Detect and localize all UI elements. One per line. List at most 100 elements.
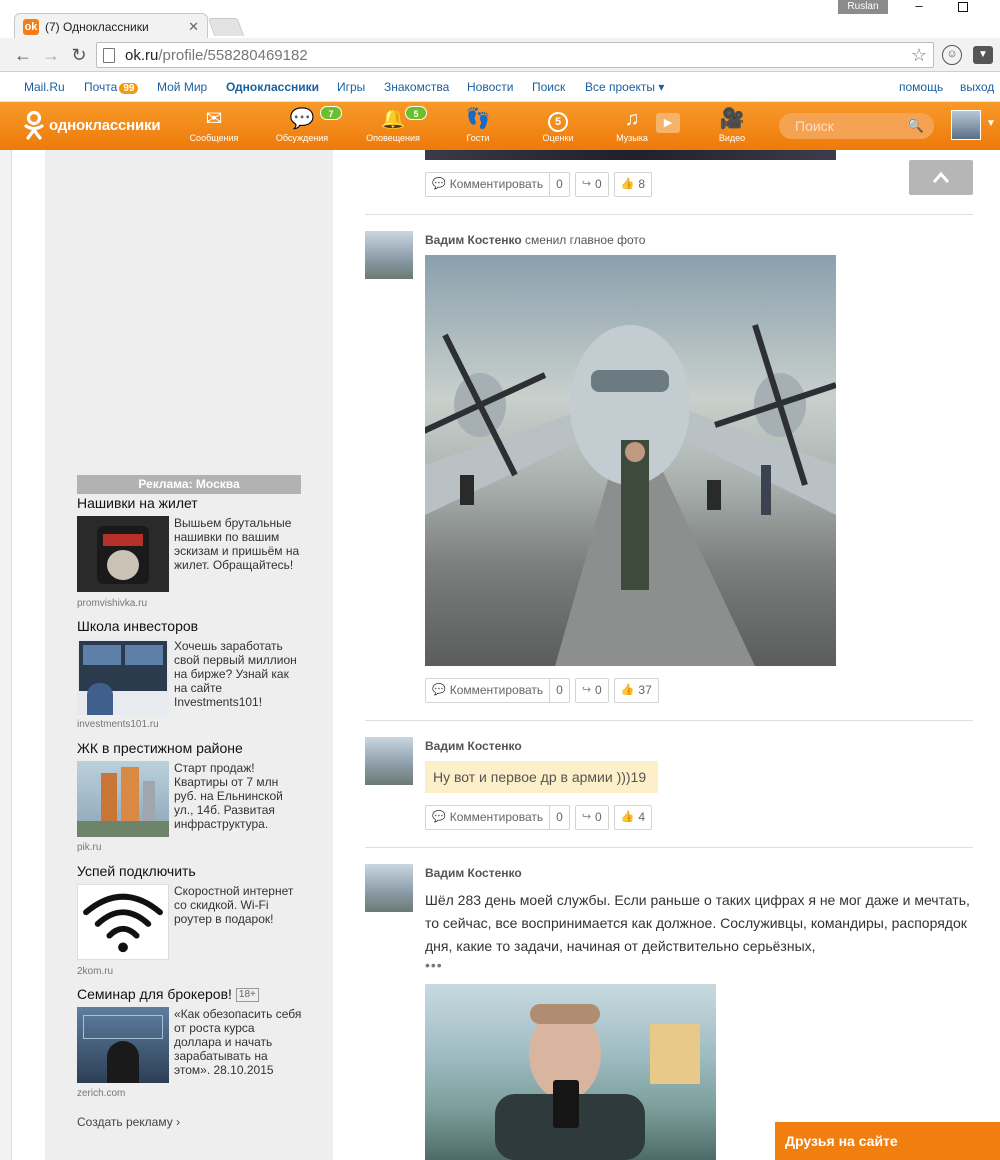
like-button[interactable]: 👍 37 [613, 678, 659, 703]
discussions-count-badge: 7 [320, 106, 342, 120]
portal-link-mailru[interactable]: Mail.Ru [24, 80, 65, 94]
share-button[interactable]: ↪ 0 [574, 805, 609, 830]
portal-link-search[interactable]: Поиск [532, 80, 565, 94]
portal-link-odnoklassniki[interactable]: Одноклассники [226, 80, 319, 94]
chevron-down-icon[interactable]: ▼ [986, 118, 996, 129]
post-author[interactable]: Вадим Костенко сменил главное фото [425, 233, 645, 247]
nav-guests[interactable]: 👣 Гости [438, 106, 518, 148]
author-avatar[interactable] [365, 231, 413, 279]
ad-text[interactable]: Вышьем брутальные нашивки по вашим эскиз… [174, 516, 304, 572]
ad-text[interactable]: Старт продаж! Квартиры от 7 млн руб. на … [174, 761, 304, 831]
search-icon[interactable]: 🔍 [908, 118, 924, 134]
ad-title[interactable]: Нашивки на жилет [77, 495, 198, 511]
comment-button[interactable]: 💬 Комментировать 0 [425, 172, 570, 197]
create-ad-link[interactable]: Создать рекламу › [77, 1115, 180, 1129]
browser-tab[interactable]: ok (7) Одноклассники ✕ [14, 13, 208, 39]
ok-search-box[interactable]: 🔍 [779, 113, 934, 139]
scroll-to-top-button[interactable] [909, 160, 973, 195]
ad-domain[interactable]: pik.ru [77, 842, 101, 853]
nav-discussions[interactable]: 💬 Обсуждения 7 [262, 106, 342, 148]
nav-video[interactable]: 🎥 Видео [692, 106, 772, 148]
ad-text[interactable]: Скоростной интернет со скидкой. Wi-Fi ро… [174, 884, 304, 926]
mail-count-badge: 99 [119, 83, 139, 94]
share-button[interactable]: ↪ 0 [574, 678, 609, 703]
extension-face-icon[interactable]: ☺ [942, 45, 962, 65]
ad-domain[interactable]: 2kom.ru [77, 966, 113, 977]
comment-icon: 💬 [432, 811, 446, 823]
address-bar[interactable]: ok.ru/profile/558280469182 ☆ [96, 42, 934, 68]
previous-post-photo[interactable] [425, 150, 836, 160]
nav-video-label: Видео [718, 133, 746, 143]
ad-text[interactable]: «Как обезопасить себя от роста курса дол… [174, 1007, 304, 1077]
post-author[interactable]: Вадим Костенко [425, 866, 522, 880]
portal-link-pochta[interactable]: Почта 99 [84, 80, 139, 94]
ad-title[interactable]: ЖК в престижном районе [77, 740, 243, 756]
back-arrow-icon[interactable]: ← [12, 45, 34, 65]
post-divider [365, 720, 973, 721]
ad-title[interactable]: Школа инвесторов [77, 618, 198, 634]
music-player-play-icon[interactable]: ▶ [656, 113, 680, 133]
help-link[interactable]: помощь [899, 80, 943, 94]
ad-domain[interactable]: investments101.ru [77, 719, 159, 730]
comment-button[interactable]: 💬 Комментировать 0 [425, 678, 570, 703]
like-button[interactable]: 👍 4 [613, 805, 653, 830]
nav-music-label: Музыка [616, 133, 648, 143]
ok-logo-icon[interactable] [22, 110, 46, 140]
page-left-gutter [0, 150, 12, 1160]
nav-messages[interactable]: ✉ Сообщения [174, 106, 254, 148]
nav-notifications-label: Оповещения [366, 133, 420, 143]
thumbs-up-icon: 👍 [620, 178, 635, 190]
age-rating-badge: 18+ [235, 988, 259, 1003]
post-photo[interactable] [425, 255, 836, 666]
search-input[interactable] [795, 118, 905, 134]
portal-link-games[interactable]: Игры [337, 80, 365, 94]
status-text[interactable]: Ну вот и первое др в армии )))19 [425, 761, 658, 793]
ad-image[interactable] [77, 761, 169, 837]
forward-arrow-icon[interactable]: → [40, 45, 62, 65]
new-tab-button[interactable] [207, 18, 245, 36]
bookmark-star-icon[interactable]: ☆ [911, 45, 927, 66]
wifi-icon[interactable] [77, 884, 169, 960]
ad-image[interactable] [77, 1007, 169, 1083]
browser-user-badge[interactable]: Ruslan [838, 0, 888, 14]
portal-link-all-projects[interactable]: Все проекты ▾ [585, 80, 664, 94]
logout-link[interactable]: выход [960, 80, 994, 94]
friends-online-panel[interactable]: Друзья на сайте [775, 1122, 1000, 1160]
ok-logo-text[interactable]: одноклассники [49, 117, 161, 134]
post-text: Шёл 283 день моей службы. Если раньше о … [425, 892, 970, 954]
post-divider [365, 214, 973, 215]
nav-guests-label: Гости [466, 133, 490, 143]
show-more-button[interactable]: ••• [425, 957, 443, 973]
post-divider [365, 847, 973, 848]
ad-title[interactable]: Успей подключить [77, 863, 196, 879]
maximize-window-icon[interactable] [958, 2, 968, 12]
minimize-window-icon[interactable]: – [912, 0, 926, 14]
ad-image[interactable] [77, 516, 169, 592]
ad-domain[interactable]: promvishivka.ru [77, 598, 147, 609]
url-text: ok.ru/profile/558280469182 [125, 46, 308, 64]
ad-image[interactable] [77, 639, 169, 715]
comment-button[interactable]: 💬 Комментировать 0 [425, 805, 570, 830]
portal-link-news[interactable]: Новости [467, 80, 513, 94]
user-avatar[interactable] [951, 110, 981, 140]
post-photo[interactable] [425, 984, 716, 1160]
nav-notifications[interactable]: 🔔 Оповещения 5 [353, 106, 433, 148]
close-tab-icon[interactable]: ✕ [188, 19, 199, 35]
author-avatar[interactable] [365, 864, 413, 912]
video-camera-icon: 🎥 [719, 108, 745, 130]
share-button[interactable]: ↪ 0 [574, 172, 609, 197]
portal-link-moy-mir[interactable]: Мой Мир [157, 80, 207, 94]
thumbs-up-icon: 👍 [620, 684, 635, 696]
nav-discussions-label: Обсуждения [275, 133, 329, 143]
like-button[interactable]: 👍 8 [613, 172, 653, 197]
ad-text[interactable]: Хочешь заработать свой первый миллион на… [174, 639, 304, 709]
pocket-extension-icon[interactable]: ▼ [973, 46, 993, 64]
chevron-up-icon [932, 171, 950, 183]
reload-icon[interactable]: ↻ [68, 45, 90, 65]
nav-ratings[interactable]: 5 Оценки [518, 106, 598, 148]
ad-title[interactable]: Семинар для брокеров! 18+ [77, 986, 259, 1003]
ad-domain[interactable]: zerich.com [77, 1088, 125, 1099]
portal-link-dating[interactable]: Знакомства [384, 80, 449, 94]
author-avatar[interactable] [365, 737, 413, 785]
post-author[interactable]: Вадим Костенко [425, 739, 522, 753]
